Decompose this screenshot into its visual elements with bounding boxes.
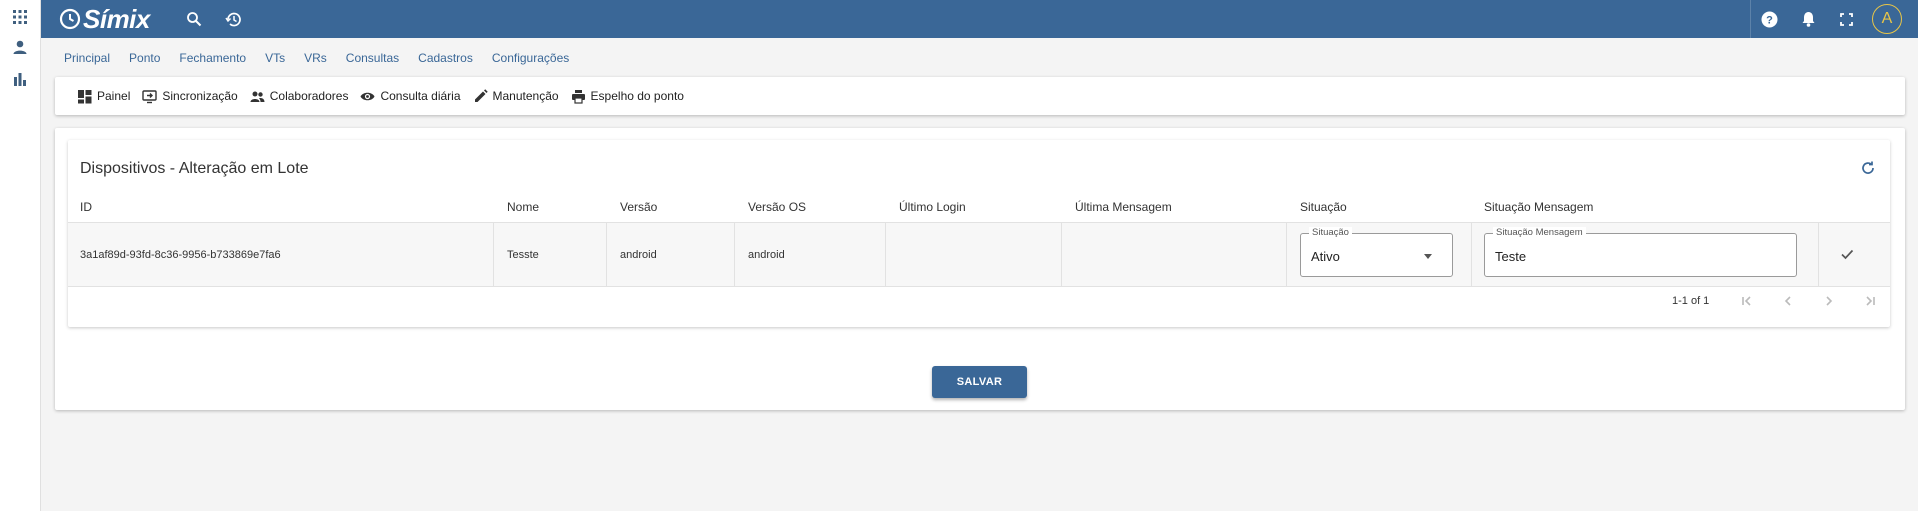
pagination-range: 1-1 of 1: [1672, 295, 1710, 307]
clock-logo-icon: [59, 8, 81, 30]
main-menu: Principal Ponto Fechamento VTs VRs Consu…: [64, 51, 569, 65]
left-rail: [0, 0, 41, 511]
menu-item-vts[interactable]: VTs: [265, 51, 285, 65]
next-page-icon[interactable]: [1820, 292, 1838, 310]
col-header-versao-os[interactable]: Versão OS: [748, 200, 806, 214]
confirm-check-icon[interactable]: [1838, 245, 1856, 263]
subitem-espelho-do-ponto[interactable]: Espelho do ponto: [571, 89, 684, 104]
col-header-situacao-mensagem[interactable]: Situação Mensagem: [1484, 200, 1593, 214]
situacao-select-value: Ativo: [1311, 249, 1340, 264]
menu-item-configuracoes[interactable]: Configurações: [492, 51, 569, 65]
person-icon[interactable]: [11, 38, 29, 56]
avatar[interactable]: A: [1872, 4, 1902, 34]
sub-toolbar: Painel Sincronização Colaboradores Consu…: [55, 77, 1905, 115]
devices-table-panel: Dispositivos - Alteração em Lote ID Nome…: [68, 140, 1890, 327]
column-divider: [1286, 223, 1287, 286]
col-header-situacao[interactable]: Situação: [1300, 200, 1347, 214]
situacao-mensagem-value: Teste: [1495, 249, 1527, 264]
avatar-letter: A: [1881, 10, 1893, 27]
column-divider: [885, 223, 886, 286]
column-divider: [606, 223, 607, 286]
main-card: Dispositivos - Alteração em Lote ID Nome…: [55, 128, 1905, 410]
situacao-mensagem-input[interactable]: Situação Mensagem Teste: [1484, 227, 1797, 277]
history-icon[interactable]: [223, 9, 243, 29]
topbar-divider: [1750, 0, 1751, 38]
sync-screen-icon: [142, 89, 158, 103]
col-header-nome[interactable]: Nome: [507, 200, 539, 214]
subitem-consulta-diaria[interactable]: Consulta diária: [360, 89, 461, 104]
page-title: Dispositivos - Alteração em Lote: [80, 160, 309, 177]
menu-item-cadastros[interactable]: Cadastros: [418, 51, 473, 65]
subitem-label: Espelho do ponto: [590, 89, 684, 103]
subitem-label: Sincronização: [162, 89, 238, 103]
subitem-label: Consulta diária: [380, 89, 461, 103]
subitem-sincronizacao[interactable]: Sincronização: [142, 89, 238, 104]
subitem-colaboradores[interactable]: Colaboradores: [250, 89, 349, 104]
pencil-icon: [474, 88, 488, 102]
table-row[interactable]: 3a1af89d-93fd-8c36-9956-b733869e7fa6 Tes…: [68, 222, 1890, 287]
menu-item-principal[interactable]: Principal: [64, 51, 110, 65]
apps-icon[interactable]: [11, 8, 29, 26]
menu-item-vrs[interactable]: VRs: [304, 51, 327, 65]
col-header-ultimo-login[interactable]: Último Login: [899, 200, 966, 214]
refresh-icon[interactable]: [1858, 158, 1878, 178]
subitem-painel[interactable]: Painel: [77, 89, 130, 104]
top-app-bar: Símix ? A: [41, 0, 1918, 38]
column-divider: [493, 223, 494, 286]
situacao-select[interactable]: Situação Ativo: [1300, 227, 1453, 277]
subitem-label: Manutenção: [492, 89, 559, 103]
column-divider: [1818, 223, 1819, 286]
people-icon: [250, 91, 265, 102]
cell-versao-os: android: [748, 248, 785, 261]
subitem-label: Painel: [97, 89, 131, 103]
subitem-label: Colaboradores: [269, 89, 349, 103]
last-page-icon[interactable]: [1861, 292, 1879, 310]
cell-id: 3a1af89d-93fd-8c36-9956-b733869e7fa6: [80, 248, 281, 261]
previous-page-icon[interactable]: [1779, 292, 1797, 310]
eye-icon: [360, 92, 375, 100]
search-icon[interactable]: [184, 9, 204, 29]
first-page-icon[interactable]: [1738, 292, 1756, 310]
menu-item-ponto[interactable]: Ponto: [129, 51, 160, 65]
bar-chart-icon[interactable]: [11, 70, 29, 88]
help-icon[interactable]: ?: [1759, 9, 1779, 29]
column-divider: [734, 223, 735, 286]
situacao-mensagem-label: Situação Mensagem: [1493, 227, 1586, 239]
cell-versao: android: [620, 248, 657, 261]
logo-text: Símix: [83, 3, 150, 34]
save-button[interactable]: SALVAR: [932, 366, 1027, 398]
situacao-select-label: Situação: [1309, 227, 1352, 239]
svg-text:?: ?: [1766, 14, 1773, 26]
fullscreen-icon[interactable]: [1836, 9, 1856, 29]
column-divider: [1471, 223, 1472, 286]
cell-nome: Tesste: [507, 248, 539, 261]
notifications-icon[interactable]: [1798, 9, 1818, 29]
dropdown-arrow-icon: [1424, 254, 1432, 259]
menu-item-fechamento[interactable]: Fechamento: [179, 51, 246, 65]
col-header-versao[interactable]: Versão: [620, 200, 657, 214]
logo[interactable]: Símix: [59, 3, 150, 34]
col-header-id[interactable]: ID: [80, 200, 92, 214]
subitem-manutencao[interactable]: Manutenção: [473, 88, 559, 104]
dashboard-icon: [78, 89, 92, 103]
menu-item-consultas[interactable]: Consultas: [346, 51, 399, 65]
column-divider: [1061, 223, 1062, 286]
col-header-ultima-mensagem[interactable]: Última Mensagem: [1075, 200, 1172, 214]
print-icon: [571, 89, 585, 104]
